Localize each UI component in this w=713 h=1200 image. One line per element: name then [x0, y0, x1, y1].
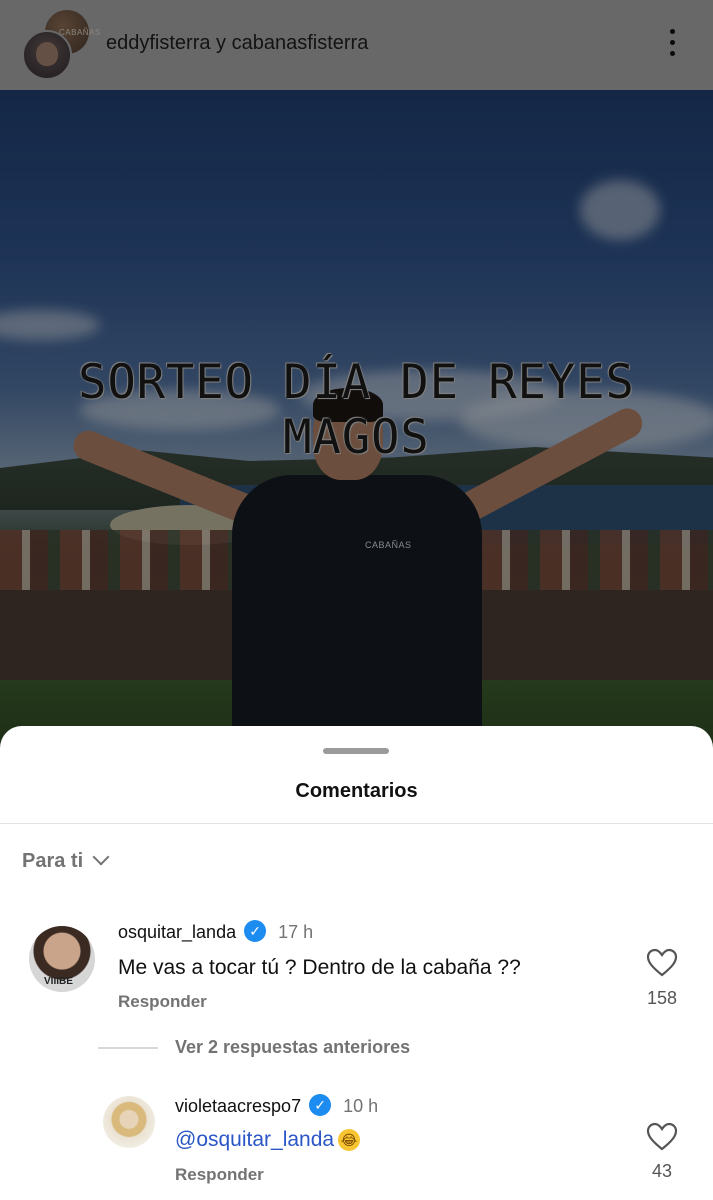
like-count: 158 — [646, 988, 678, 1008]
filter-label: Para ti — [22, 850, 84, 872]
comment-meta: osquitar_landa ✓ 17 h — [118, 920, 314, 944]
comment-time: 17 h — [278, 922, 314, 942]
reply-meta: violetaacrespo7 ✓ 10 h — [175, 1094, 379, 1118]
laughing-emoji-icon: 😂 — [338, 1129, 361, 1152]
comment-username[interactable]: osquitar_landa — [118, 922, 236, 942]
comment-text: Me vas a tocar tú ? Dentro de la cabaña … — [118, 956, 521, 979]
reply-time: 10 h — [343, 1096, 379, 1116]
reply-avatar[interactable] — [103, 1096, 155, 1148]
chevron-down-icon — [92, 848, 110, 866]
divider — [0, 823, 713, 824]
heart-icon[interactable] — [646, 1122, 678, 1152]
verified-badge-icon: ✓ — [309, 1094, 332, 1117]
reply-button[interactable]: Responder — [175, 1165, 264, 1185]
thread-line — [98, 1047, 158, 1049]
reply-username[interactable]: violetaacrespo7 — [175, 1096, 301, 1116]
verified-badge-icon: ✓ — [244, 920, 267, 943]
reply-button[interactable]: Responder — [118, 992, 207, 1012]
commenter-avatar[interactable] — [29, 926, 95, 992]
dim-overlay[interactable] — [0, 0, 713, 750]
reply-text: @osquitar_landa 😂 — [175, 1128, 361, 1152]
comment-filter-dropdown[interactable]: Para ti — [22, 848, 110, 873]
sheet-title: Comentarios — [295, 780, 418, 802]
view-replies-button[interactable]: Ver 2 respuestas anteriores — [175, 1037, 410, 1058]
like-count: 43 — [651, 1161, 673, 1181]
comments-sheet: Comentarios Para ti osquitar_landa✓17 h … — [0, 726, 713, 1200]
heart-icon[interactable] — [646, 948, 678, 978]
sheet-drag-handle[interactable] — [323, 748, 389, 754]
mention-link[interactable]: @osquitar_landa — [175, 1128, 334, 1151]
